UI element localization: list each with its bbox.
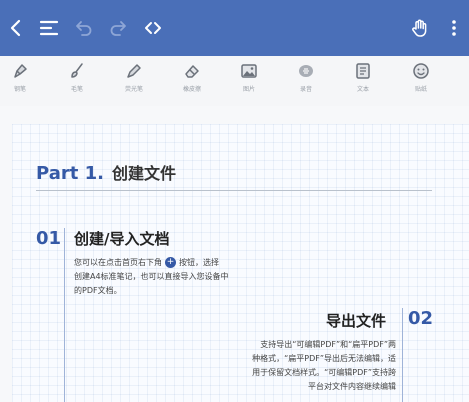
image-icon <box>241 64 257 78</box>
tool-label: 钢笔 <box>13 86 26 93</box>
body-text: 平台对文件内容继续编辑 <box>308 382 396 391</box>
tool-label: 橡皮擦 <box>182 86 201 93</box>
body-text: 按钮，选择 <box>179 258 219 267</box>
body-text: 用于保留文档样式。“可编辑PDF”支持跨 <box>252 368 396 377</box>
body-text: 种格式，“扁平PDF”导出后无法编辑，适 <box>252 354 396 363</box>
tool-label: 文本 <box>356 86 369 93</box>
tool-pen[interactable]: 钢笔 <box>0 62 42 104</box>
eraser-icon <box>185 65 199 78</box>
section-number: 02 <box>408 308 434 329</box>
section-title: 创建/导入文档 <box>74 230 170 248</box>
part-title: 创建文件 <box>111 164 176 183</box>
section-body: 您可以在点击首页右下角 + 按钮，选择 创建A4标准笔记，也可以直接导入您设备中 的… <box>74 256 304 298</box>
hand-icon[interactable] <box>406 14 434 42</box>
tool-label: 荧光笔 <box>124 86 143 93</box>
section-body: 支持导出“可编辑PDF”和“扁平PDF”两 种格式，“扁平PDF”导出后无法编辑… <box>192 338 396 394</box>
tool-label: 录音 <box>299 86 312 93</box>
audio-icon <box>299 65 313 77</box>
more-icon[interactable] <box>440 14 468 42</box>
tool-image[interactable]: 图片 <box>227 62 271 104</box>
tool-text[interactable]: 文本 <box>341 62 385 104</box>
body-text: 您可以在点击首页右下角 <box>74 258 162 267</box>
tool-brush[interactable]: 毛笔 <box>55 62 99 104</box>
app-bar <box>0 0 469 56</box>
section-divider-right <box>402 308 403 402</box>
tool-eraser[interactable]: 橡皮擦 <box>170 62 214 104</box>
redo-icon[interactable] <box>104 14 132 42</box>
back-icon[interactable] <box>2 14 30 42</box>
pen-icon <box>14 64 27 78</box>
section-divider-left <box>64 228 65 402</box>
outline-icon[interactable] <box>35 14 63 42</box>
tool-bar: 钢笔 毛笔 荧光笔 橡皮擦 图片 录音 文本 贴纸 <box>0 56 469 106</box>
highlighter-icon <box>127 64 141 78</box>
undo-icon[interactable] <box>70 14 98 42</box>
body-text: 的PDF文档。 <box>74 286 122 295</box>
emoji-icon <box>413 63 429 79</box>
body-text: 创建A4标准笔记，也可以直接导入您设备中 <box>74 272 229 281</box>
tool-label: 图片 <box>242 86 255 93</box>
tool-label: 贴纸 <box>414 86 427 93</box>
text-icon <box>356 63 370 79</box>
body-text: 支持导出“可编辑PDF”和“扁平PDF”两 <box>260 340 396 349</box>
section-title: 导出文件 <box>326 312 387 330</box>
tool-label: 毛笔 <box>70 86 83 93</box>
note-page[interactable]: Part 1. 创建文件 01 创建/导入文档 您可以在点击首页右下角 + 按钮，选… <box>12 124 469 402</box>
section-number: 01 <box>36 228 62 249</box>
tool-audio[interactable]: 录音 <box>284 62 328 104</box>
tool-highlighter[interactable]: 荧光笔 <box>112 62 156 104</box>
code-icon[interactable] <box>139 14 167 42</box>
plus-icon: + <box>165 257 176 268</box>
title-divider <box>36 190 432 191</box>
part-label: Part 1. <box>36 163 104 184</box>
page-title: Part 1. 创建文件 <box>36 160 176 184</box>
tool-emoji[interactable]: 贴纸 <box>399 62 443 104</box>
brush-icon <box>71 63 83 78</box>
